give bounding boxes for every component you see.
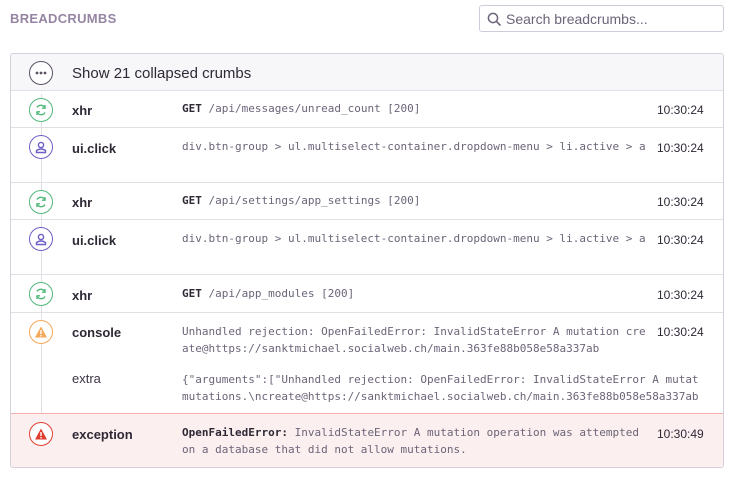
- crumb-time: 10:30:24: [657, 325, 704, 339]
- request-path: /api/app_modules [200]: [208, 287, 355, 300]
- crumb-category: console: [72, 325, 122, 340]
- crumb-category: ui.click: [72, 141, 117, 156]
- error-icon: [29, 422, 53, 446]
- crumb-message: div.btn-group > ul.multiselect-container…: [182, 140, 646, 153]
- collapsed-crumbs-row[interactable]: Show 21 collapsed crumbs: [11, 54, 723, 91]
- crumb-row: ui.click div.btn-group > ul.multiselect-…: [11, 128, 723, 183]
- crumb-time: 10:30:24: [657, 288, 704, 302]
- request-path: /api/settings/app_settings [200]: [208, 194, 421, 207]
- crumb-message: Unhandled rejection: OpenFailedError: In…: [182, 323, 648, 357]
- refresh-icon: [29, 98, 53, 122]
- refresh-icon: [29, 190, 53, 214]
- crumb-category: xhr: [72, 288, 93, 303]
- crumb-time: 10:30:24: [657, 141, 704, 155]
- crumb-time: 10:30:24: [657, 103, 704, 117]
- collapsed-crumbs-label: Show 21 collapsed crumbs: [72, 65, 252, 82]
- http-method: GET: [182, 102, 202, 115]
- crumb-message: OpenFailedError: InvalidStateError A mut…: [182, 424, 648, 458]
- extra-line-2: mutations.\ncreate@https://sanktmichael.…: [182, 390, 699, 403]
- crumb-time: 10:30:24: [657, 195, 704, 209]
- breadcrumbs-panel: Show 21 collapsed crumbs xhr GET /api/me…: [10, 53, 724, 468]
- crumb-time: 10:30:24: [657, 233, 704, 247]
- crumb-message: GET /api/app_modules [200]: [182, 285, 648, 302]
- crumb-time: 10:30:49: [657, 427, 704, 441]
- crumb-row: xhr GET /api/settings/app_settings [200]…: [11, 183, 723, 220]
- exception-row: exception OpenFailedError: InvalidStateE…: [11, 413, 723, 467]
- user-icon: [29, 135, 53, 159]
- refresh-icon: [29, 282, 53, 306]
- request-path: /api/messages/unread_count [200]: [208, 102, 421, 115]
- crumb-category: xhr: [72, 195, 93, 210]
- crumb-row: ui.click div.btn-group > ul.multiselect-…: [11, 220, 723, 275]
- crumb-category: ui.click: [72, 233, 117, 248]
- extra-data: {"arguments":["Unhandled rejection: Open…: [182, 371, 723, 405]
- section-title: BREADCRUMBS: [10, 11, 117, 26]
- extra-line-1: {"arguments":["Unhandled rejection: Open…: [182, 373, 699, 386]
- console-message-text: Unhandled rejection: OpenFailedError: In…: [182, 325, 646, 355]
- search-icon: [487, 12, 501, 26]
- search-box[interactable]: [479, 5, 724, 32]
- crumb-message: GET /api/settings/app_settings [200]: [182, 192, 648, 209]
- ellipsis-icon: [29, 61, 53, 85]
- crumb-category: xhr: [72, 103, 93, 118]
- crumb-message: div.btn-group > ul.multiselect-container…: [182, 232, 646, 245]
- crumb-message: GET /api/messages/unread_count [200]: [182, 100, 648, 117]
- warning-icon: [29, 320, 53, 344]
- error-type: OpenFailedError:: [182, 426, 288, 439]
- breadcrumbs-header: BREADCRUMBS: [10, 0, 726, 40]
- crumb-category: exception: [72, 427, 133, 442]
- user-icon: [29, 227, 53, 251]
- crumb-row: xhr GET /api/app_modules [200] 10:30:24: [11, 275, 723, 313]
- extra-label: extra: [72, 371, 101, 386]
- search-input[interactable]: [506, 9, 716, 28]
- http-method: GET: [182, 287, 202, 300]
- crumb-row: console Unhandled rejection: OpenFailedE…: [11, 313, 723, 413]
- http-method: GET: [182, 194, 202, 207]
- crumb-row: xhr GET /api/messages/unread_count [200]…: [11, 91, 723, 128]
